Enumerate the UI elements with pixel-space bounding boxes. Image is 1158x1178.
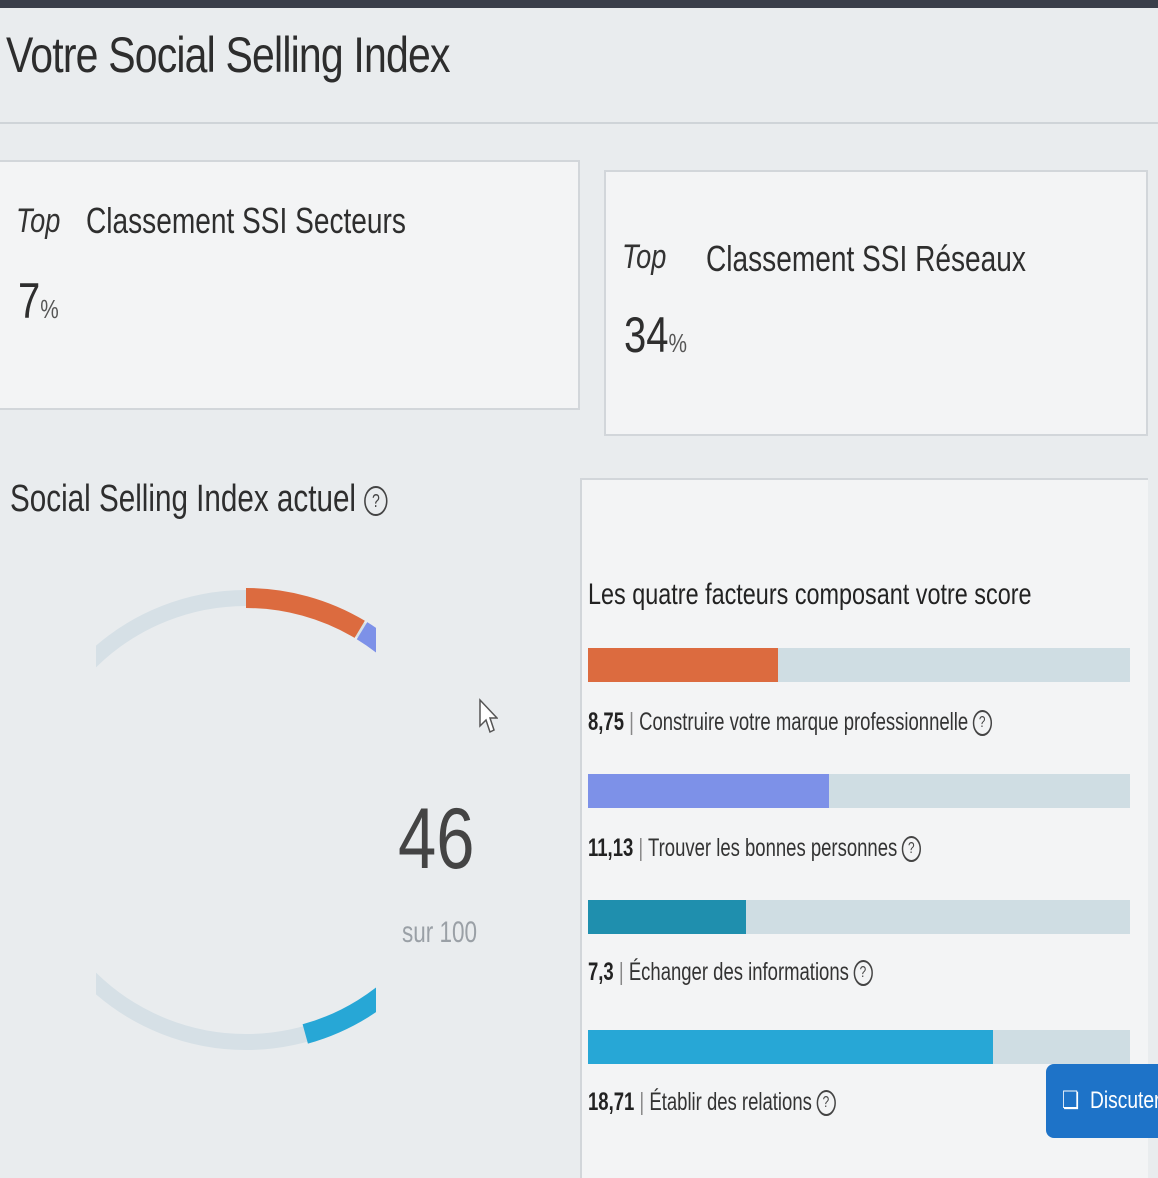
- ranking-top-label: Top: [622, 238, 667, 276]
- factor-bar-track: [588, 900, 1130, 934]
- ssi-score-sub: sur 100: [402, 916, 478, 949]
- ssi-title: Social Selling Index actuel ?: [10, 478, 388, 521]
- chat-icon: ❏: [1062, 1087, 1080, 1114]
- factor-bar-fill: [588, 1030, 994, 1064]
- donut-segment-1: [245, 588, 365, 638]
- factors-title: Les quatre facteurs composant votre scor…: [588, 578, 1032, 611]
- help-icon[interactable]: ?: [816, 1090, 836, 1117]
- ranking-top-label: Top: [16, 202, 61, 240]
- help-icon[interactable]: ?: [364, 485, 388, 516]
- factor-label: 8,75 | Construire votre marque professio…: [588, 708, 992, 737]
- ssi-score: 46: [398, 791, 475, 887]
- factor-bar-fill: [588, 900, 747, 934]
- donut-track: [96, 590, 376, 1050]
- ranking-value-networks: 34%: [624, 307, 687, 363]
- help-icon[interactable]: ?: [853, 960, 873, 987]
- ranking-value-sectors: 7%: [18, 273, 59, 329]
- factor-label: 18,71 | Établir des relations?: [588, 1088, 836, 1117]
- factor-bar-fill: [588, 774, 830, 808]
- factor-label: 11,13 | Trouver les bonnes personnes?: [588, 834, 921, 863]
- ssi-donut-chart: [96, 588, 376, 1050]
- ranking-card-networks: [604, 170, 1148, 436]
- factor-bar-fill: [588, 648, 778, 682]
- donut-segment-4: [302, 987, 376, 1044]
- donut-segment-2: [356, 622, 376, 653]
- factor-bar-track: [588, 1030, 1130, 1064]
- ranking-label-networks: Classement SSI Réseaux: [706, 238, 1026, 279]
- help-icon[interactable]: ?: [972, 710, 992, 737]
- chat-button[interactable]: ❏ Discuter av: [1046, 1064, 1158, 1138]
- mouse-cursor-icon: [479, 698, 498, 734]
- top-bar: [0, 0, 1158, 8]
- factor-label: 7,3 | Échanger des informations?: [588, 958, 873, 987]
- ranking-label-sectors: Classement SSI Secteurs: [86, 200, 406, 241]
- header-divider: [0, 122, 1158, 124]
- help-icon[interactable]: ?: [901, 836, 921, 863]
- factor-bar-track: [588, 648, 1130, 682]
- factor-bar-track: [588, 774, 1130, 808]
- ranking-card-sectors: [0, 160, 580, 410]
- page-title: Votre Social Selling Index: [6, 27, 450, 83]
